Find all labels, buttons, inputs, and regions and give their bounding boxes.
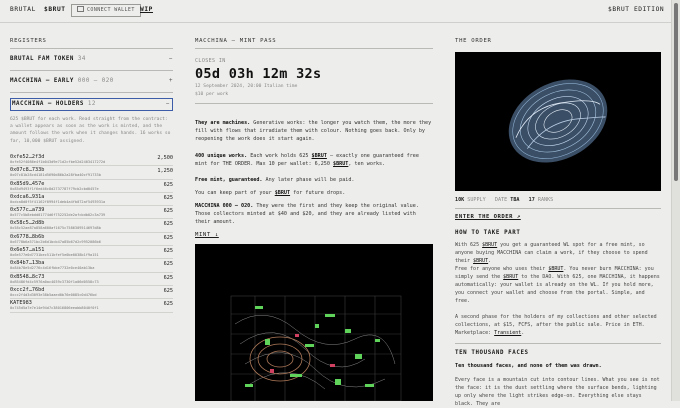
closes-label: CLOSES IN bbox=[195, 58, 226, 64]
register-fam-token-count: 34 bbox=[77, 56, 86, 62]
order-artwork bbox=[455, 52, 661, 191]
ten-thousand-title: TEN THOUSAND FACES bbox=[455, 350, 529, 356]
collapse-icon: − bbox=[169, 56, 173, 62]
supply-label: SUPPLY bbox=[467, 197, 486, 203]
how-to-title: HOW TO TAKE PART bbox=[455, 230, 521, 236]
register-holders-label: MACCHINA — HOLDERS bbox=[12, 101, 84, 107]
holder-hash: 0xfe52f4086e4f1b043d9e71d2cfbe52d2403417… bbox=[10, 160, 106, 164]
supply-value: 10K bbox=[455, 197, 465, 203]
holder-row[interactable]: 0x07c8…733b 0x07c81b28cd4181d5690d86b2a28… bbox=[10, 166, 173, 180]
holder-amount: 2,500 bbox=[157, 155, 173, 161]
register-fam-token-label: BRUTAL FAM TOKEN bbox=[10, 56, 74, 62]
collapse-icon: − bbox=[166, 101, 170, 107]
price-per-work: $10 per work bbox=[195, 92, 229, 97]
holder-hash: 0x745d5a7e7e14e94d7c38016806eeabb8040f0f… bbox=[10, 306, 99, 311]
holder-hash: 0x6778b6a571bc2b6d1bcb47a85b67d2c9952086… bbox=[10, 239, 101, 244]
holder-amount: 625 bbox=[163, 248, 173, 255]
holder-row[interactable]: KATE983 0x745d5a7e7e14e94d7c38016806eeabb… bbox=[10, 299, 173, 313]
holder-row[interactable]: 0x58c5…2d8b 0x58c52ae87a858a600af1675c758… bbox=[10, 219, 173, 233]
edition-link[interactable]: $BRUT EDITION bbox=[608, 6, 664, 13]
holder-hash: 0x58c52ae87a858a600af1675c7586309514697d… bbox=[10, 226, 101, 231]
holder-row[interactable]: 0x6e57…a151 0x6e577e0d7731bec511bfef5e0be… bbox=[10, 246, 173, 260]
ten-thousand-subtitle: Ten thousand faces, and none of them was… bbox=[455, 363, 602, 369]
registers-title: REGISTERS bbox=[10, 38, 47, 44]
ranks-label: RANKS bbox=[537, 197, 554, 203]
mint-pass-column: MACCHINA — MINT PASS CLOSES IN 05d 03h 1… bbox=[195, 38, 433, 401]
holder-row[interactable]: 0xfe52…2f3d 0xfe52f4086e4f1b043d9e71d2cfb… bbox=[10, 153, 173, 167]
how-paragraph-1: With 625 $BRUT you get a guaranteed WL s… bbox=[455, 242, 648, 264]
holders-list: 0xfe52…2f3d 0xfe52f4086e4f1b043d9e71d2cfb… bbox=[10, 153, 173, 313]
expand-icon: + bbox=[169, 78, 173, 84]
register-early-label: MACCHINA — EARLY bbox=[10, 78, 74, 84]
holder-amount: 625 bbox=[163, 181, 173, 188]
holders-description: 625 $BRUT for each work. Read straight f… bbox=[10, 117, 171, 144]
holder-amount: 625 bbox=[163, 194, 173, 201]
holder-row[interactable]: 0xcc2f…76bd 0xcc2f4d3d3093e38b5aaed0b76e0… bbox=[10, 286, 173, 300]
registers-column: REGISTERS BRUTAL FAM TOKEN 34 − MACCHINA… bbox=[10, 38, 173, 313]
holder-hash: 0xB5486fd4c5976a0ac4039c3730f1a06d0558c7… bbox=[10, 279, 99, 284]
page-scrollbar[interactable] bbox=[671, 0, 680, 401]
holder-amount: 1,250 bbox=[157, 168, 173, 175]
holder-row[interactable]: 0x84b7…13ba 0x84b78e5d2776c4d16fbbe7732e0… bbox=[10, 259, 173, 273]
holder-hash: 0x577c5b8ebdd01774d6f752252de2afcbdb02c3… bbox=[10, 213, 106, 218]
paragraph-unique-works: 400 unique works. Each work holds 625 $B… bbox=[195, 153, 419, 168]
token-link[interactable]: $BRUT bbox=[44, 6, 66, 13]
paragraph-early-works: MACCHINA 000 — 020. They were the first … bbox=[195, 203, 419, 226]
holder-hash: 0xcc2f4d3d3093e38b5aaed0b76e0085c0d476bd bbox=[10, 292, 97, 297]
holder-amount: 625 bbox=[163, 287, 173, 294]
holder-hash: 0x6e577e0d7731bec511bfef5e0be0038b1f9a15… bbox=[10, 253, 99, 258]
holder-hash: 0x84b78e5d2776c4d16fbbe7732e0ce40ab13ba bbox=[10, 266, 95, 271]
mint-link[interactable]: MINT ↓ bbox=[195, 232, 219, 238]
mint-artwork bbox=[195, 244, 433, 401]
holder-amount: 625 bbox=[163, 274, 173, 281]
how-paragraph-2: Free for anyone who uses their $BRUT. Yo… bbox=[455, 266, 660, 304]
holder-hash: 0xdca8d0f5f41162f0994f1deb4a4fb072af5493… bbox=[10, 199, 106, 204]
register-holders-count: 12 bbox=[87, 101, 96, 107]
countdown: 05d 03h 12m 32s bbox=[195, 66, 322, 82]
ten-thousand-paragraph: Every face is a mountain cut into contou… bbox=[455, 377, 660, 407]
register-holders[interactable]: MACCHINA — HOLDERS 12 − bbox=[10, 98, 173, 111]
holder-row[interactable]: 0xB548…8c73 0xB5486fd4c5976a0ac4039c3730f… bbox=[10, 273, 173, 286]
scrollbar-thumb[interactable] bbox=[674, 3, 678, 181]
wallet-icon bbox=[77, 6, 84, 12]
paragraph-free-mint: Free mint, guaranteed. Any later phase w… bbox=[195, 177, 355, 183]
order-column: THE ORDER 10K SUPPLY DATE TBA 17 RANKS E… bbox=[455, 38, 661, 407]
date-label: DATE bbox=[494, 197, 508, 203]
ranks-value: 17 bbox=[528, 197, 535, 203]
holder-row[interactable]: 0x6778…8b6b 0x6778b6a571bc2b6d1bcb47a85b6… bbox=[10, 233, 173, 247]
holder-amount: 625 bbox=[163, 221, 173, 228]
close-date: 12 September 2024, 20:00 Italian time bbox=[195, 84, 298, 89]
paragraph-machines: They are machines. Generative works: the… bbox=[195, 120, 432, 143]
holder-row[interactable]: 0x85d9…457e 0x85d9493f1f6ed46c8d2737787f7… bbox=[10, 180, 173, 193]
register-early[interactable]: MACCHINA — EARLY 000 — 020 + bbox=[10, 78, 173, 84]
holder-amount: 625 bbox=[163, 301, 173, 308]
how-paragraph-3: A second phase for the holders of my col… bbox=[455, 314, 657, 336]
holder-hash: 0x85d9493f1f6ed46c8d2737787f79cb2cbd0457… bbox=[10, 186, 99, 191]
holder-hash: 0x07c81b28cd4181d5690d86b2a28fba40cf9173… bbox=[10, 173, 101, 178]
brand-link[interactable]: BRUTAL bbox=[10, 6, 36, 13]
paragraph-keep-brut: You can keep part of your $BRUT for futu… bbox=[195, 190, 346, 196]
date-value: TBA bbox=[510, 197, 520, 203]
mint-pass-title: MACCHINA — MINT PASS bbox=[195, 38, 277, 44]
connect-wallet-button[interactable]: CONNECT WALLET bbox=[71, 4, 141, 17]
enter-order-link[interactable]: ENTER THE ORDER ↗ bbox=[455, 214, 521, 220]
holder-row[interactable]: 0xdca6…931a 0xdca8d0f5f41162f0994f1deb4a4… bbox=[10, 193, 173, 207]
holder-amount: 625 bbox=[163, 261, 173, 268]
connect-wallet-label: CONNECT WALLET bbox=[87, 7, 135, 13]
top-bar: BRUTAL $BRUT CONNECT WALLET WIP $BRUT ED… bbox=[0, 0, 680, 23]
order-title: THE ORDER bbox=[455, 38, 492, 44]
register-early-count: 000 — 020 bbox=[77, 78, 114, 84]
order-stats: 10K SUPPLY DATE TBA 17 RANKS bbox=[455, 197, 553, 203]
holder-amount: 625 bbox=[163, 208, 173, 215]
wip-link[interactable]: WIP bbox=[140, 6, 153, 13]
holder-row[interactable]: 0x577c…a739 0x577c5b8ebdd01774d6f752252de… bbox=[10, 206, 173, 220]
holder-amount: 625 bbox=[163, 234, 173, 241]
register-fam-token[interactable]: BRUTAL FAM TOKEN 34 − bbox=[10, 56, 173, 62]
